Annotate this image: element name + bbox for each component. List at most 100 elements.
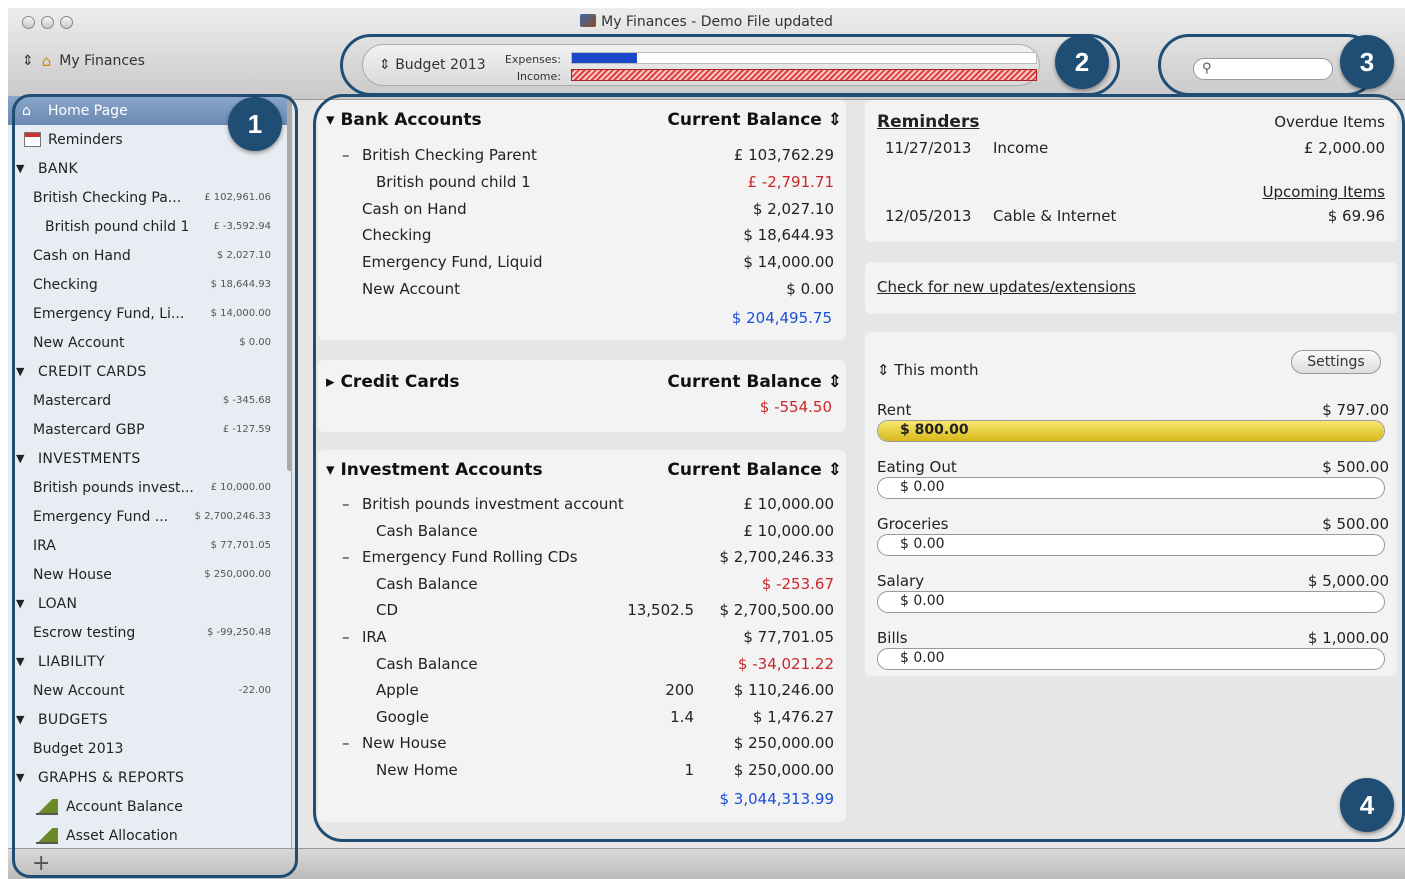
sidebar-account-item[interactable]: Checking $ 18,644.93	[8, 270, 291, 299]
sidebar-account-item[interactable]: Escrow testing $ -99,250.48	[8, 618, 291, 647]
sidebar-account-item[interactable]: New House $ 250,000.00	[8, 560, 291, 589]
account-row[interactable]: – IRA $ 77,701.05	[318, 624, 834, 650]
collapse-dash[interactable]: –	[342, 495, 350, 513]
account-quantity: 1.4	[670, 707, 694, 726]
account-name: Apple	[376, 681, 419, 700]
sidebar-group-header[interactable]: ▼ INVESTMENTS	[8, 444, 291, 473]
sidebar-account-item[interactable]: British Checking Pa... £ 102,961.06	[8, 183, 291, 212]
credit-col-header[interactable]: Current Balance ⇕	[667, 372, 842, 392]
sidebar-account-amount: $ 0.00	[239, 337, 271, 348]
budget-spent: $ 0.00	[900, 593, 945, 609]
account-balance: $ -34,021.22	[737, 654, 834, 673]
account-row[interactable]: New Home 1 $ 250,000.00	[318, 757, 834, 783]
sidebar-account-item[interactable]: British pound child 1 £ -3,592.94	[8, 212, 291, 241]
sidebar-account-name: Emergency Fund, Li...	[33, 305, 185, 322]
upcoming-label[interactable]: Upcoming Items	[1263, 183, 1385, 201]
sidebar-account-item[interactable]: Mastercard GBP £ -127.59	[8, 415, 291, 444]
account-row[interactable]: Cash Balance $ -34,021.22	[318, 651, 834, 677]
sidebar-group-header[interactable]: ▼ CREDIT CARDS	[8, 357, 291, 386]
budget-category-row[interactable]: Groceries $ 500.00 $ 0.00	[877, 515, 1389, 565]
sidebar-group-header[interactable]: ▼ BUDGETS	[8, 705, 291, 734]
investment-accounts-panel: ▾ Investment Accounts Current Balance ⇕ …	[318, 450, 846, 822]
sidebar-account-amount: £ -3,592.94	[213, 221, 271, 232]
account-row[interactable]: – British pounds investment account £ 10,0…	[318, 491, 834, 517]
sidebar-account-item[interactable]: Asset Allocation	[8, 821, 291, 850]
sidebar-account-item[interactable]: Account Balance	[8, 792, 291, 821]
budget-category-row[interactable]: Salary $ 5,000.00 $ 0.00	[877, 572, 1389, 622]
check-updates-link[interactable]: Check for new updates/extensions	[877, 278, 1136, 296]
account-row[interactable]: Google 1.4 $ 1,476.27	[318, 704, 834, 730]
file-selector[interactable]: ⇕ ⌂ My Finances	[22, 52, 145, 70]
sidebar-account-name: British Checking Pa...	[33, 189, 182, 206]
account-row[interactable]: New Account $ 0.00	[318, 276, 834, 302]
disclosure-triangle-icon: ▼	[16, 162, 25, 175]
budget-bar[interactable]: ⇕ Budget 2013 Expenses: Income:	[362, 44, 1040, 86]
expenses-progress-bar	[571, 52, 1037, 64]
account-row[interactable]: Cash Balance £ 10,000.00	[318, 518, 834, 544]
add-button[interactable]: +	[32, 851, 50, 876]
budget-category-row[interactable]: Eating Out $ 500.00 $ 0.00	[877, 458, 1389, 508]
callout-4: 4	[1340, 778, 1394, 832]
credit-total: $ -554.50	[759, 398, 832, 416]
sidebar-group-header[interactable]: ▼ GRAPHS & REPORTS	[8, 763, 291, 792]
account-row[interactable]: – British Checking Parent £ 103,762.29	[318, 142, 834, 168]
sidebar-account-item[interactable]: British pounds invest... £ 10,000.00	[8, 473, 291, 502]
account-row[interactable]: British pound child 1 £ -2,791.71	[318, 169, 834, 195]
account-row[interactable]: Cash Balance $ -253.67	[318, 571, 834, 597]
sidebar-account-item[interactable]: Emergency Fund ... $ 2,700,246.33	[8, 502, 291, 531]
income-progress-bar	[571, 69, 1037, 81]
settings-button[interactable]: Settings	[1291, 350, 1381, 374]
credit-cards-title[interactable]: ▸ Credit Cards	[326, 372, 460, 392]
budget-selector[interactable]: ⇕ Budget 2013	[379, 57, 486, 73]
sidebar-account-item[interactable]: Cash on Hand $ 2,027.10	[8, 241, 291, 270]
investment-col-header[interactable]: Current Balance ⇕	[667, 460, 842, 480]
account-name: New Account	[362, 280, 461, 298]
search-input[interactable]	[1220, 61, 1320, 75]
sidebar-account-name: British pound child 1	[45, 218, 190, 235]
sidebar-scrollbar[interactable]	[287, 96, 292, 471]
reminders-title[interactable]: Reminders	[877, 112, 979, 132]
sidebar-group-header[interactable]: ▼ LIABILITY	[8, 647, 291, 676]
account-row[interactable]: – New House $ 250,000.00	[318, 730, 834, 756]
sidebar-account-item[interactable]: Emergency Fund, Li... $ 14,000.00	[8, 299, 291, 328]
period-selector[interactable]: ⇕ This month	[877, 361, 978, 379]
bank-accounts-title[interactable]: ▾ Bank Accounts	[326, 110, 482, 130]
sidebar-account-name: Escrow testing	[33, 624, 136, 641]
budget-category-amount: $ 500.00	[1322, 515, 1389, 533]
home-icon: ⌂	[41, 52, 52, 70]
sidebar-account-item[interactable]: IRA $ 77,701.05	[8, 531, 291, 560]
budget-category-row[interactable]: Bills $ 1,000.00 $ 0.00	[877, 629, 1389, 679]
account-name: Emergency Fund Rolling CDs	[362, 548, 578, 567]
account-name: Google	[376, 707, 429, 726]
collapse-dash[interactable]: –	[342, 146, 350, 164]
expenses-label: Expenses:	[504, 53, 561, 66]
overdue-name[interactable]: Income	[993, 139, 1048, 157]
investment-accounts-title[interactable]: ▾ Investment Accounts	[326, 460, 543, 480]
sidebar-account-item[interactable]: New Account $ 0.00	[8, 328, 291, 357]
sidebar-account-item[interactable]: Mastercard $ -345.68	[8, 386, 291, 415]
collapse-dash[interactable]: –	[342, 628, 350, 646]
sidebar-group-header[interactable]: ▼ BANK	[8, 154, 291, 183]
account-balance: $ 18,644.93	[743, 226, 834, 245]
account-quantity: 1	[684, 761, 694, 779]
account-row[interactable]: Apple 200 $ 110,246.00	[318, 677, 834, 703]
budget-spent: $ 800.00	[900, 422, 969, 438]
credit-cards-panel: ▸ Credit Cards Current Balance ⇕ $ -554.…	[318, 360, 846, 432]
account-row[interactable]: – Emergency Fund Rolling CDs $ 2,700,246.3…	[318, 544, 834, 570]
collapse-dash[interactable]: –	[342, 734, 350, 752]
upcoming-name[interactable]: Cable & Internet	[993, 207, 1116, 225]
sidebar-account-item[interactable]: Budget 2013	[8, 734, 291, 763]
budget-category-row[interactable]: Rent $ 797.00 $ 800.00	[877, 401, 1389, 451]
account-row[interactable]: Checking $ 18,644.93	[318, 222, 834, 248]
collapse-dash[interactable]: –	[342, 548, 350, 566]
account-balance: $ 110,246.00	[733, 681, 834, 700]
search-field[interactable]: ⚲	[1193, 58, 1333, 80]
bank-col-header[interactable]: Current Balance ⇕	[667, 110, 842, 130]
sidebar-group-header[interactable]: ▼ LOAN	[8, 589, 291, 618]
account-row[interactable]: CD 13,502.5 $ 2,700,500.00	[318, 597, 834, 623]
account-balance: $ 250,000.00	[733, 761, 834, 779]
sidebar-account-item[interactable]: New Account -22.00	[8, 676, 291, 705]
account-row[interactable]: Cash on Hand $ 2,027.10	[318, 196, 834, 222]
graph-icon	[36, 798, 58, 815]
account-row[interactable]: Emergency Fund, Liquid $ 14,000.00	[318, 249, 834, 275]
